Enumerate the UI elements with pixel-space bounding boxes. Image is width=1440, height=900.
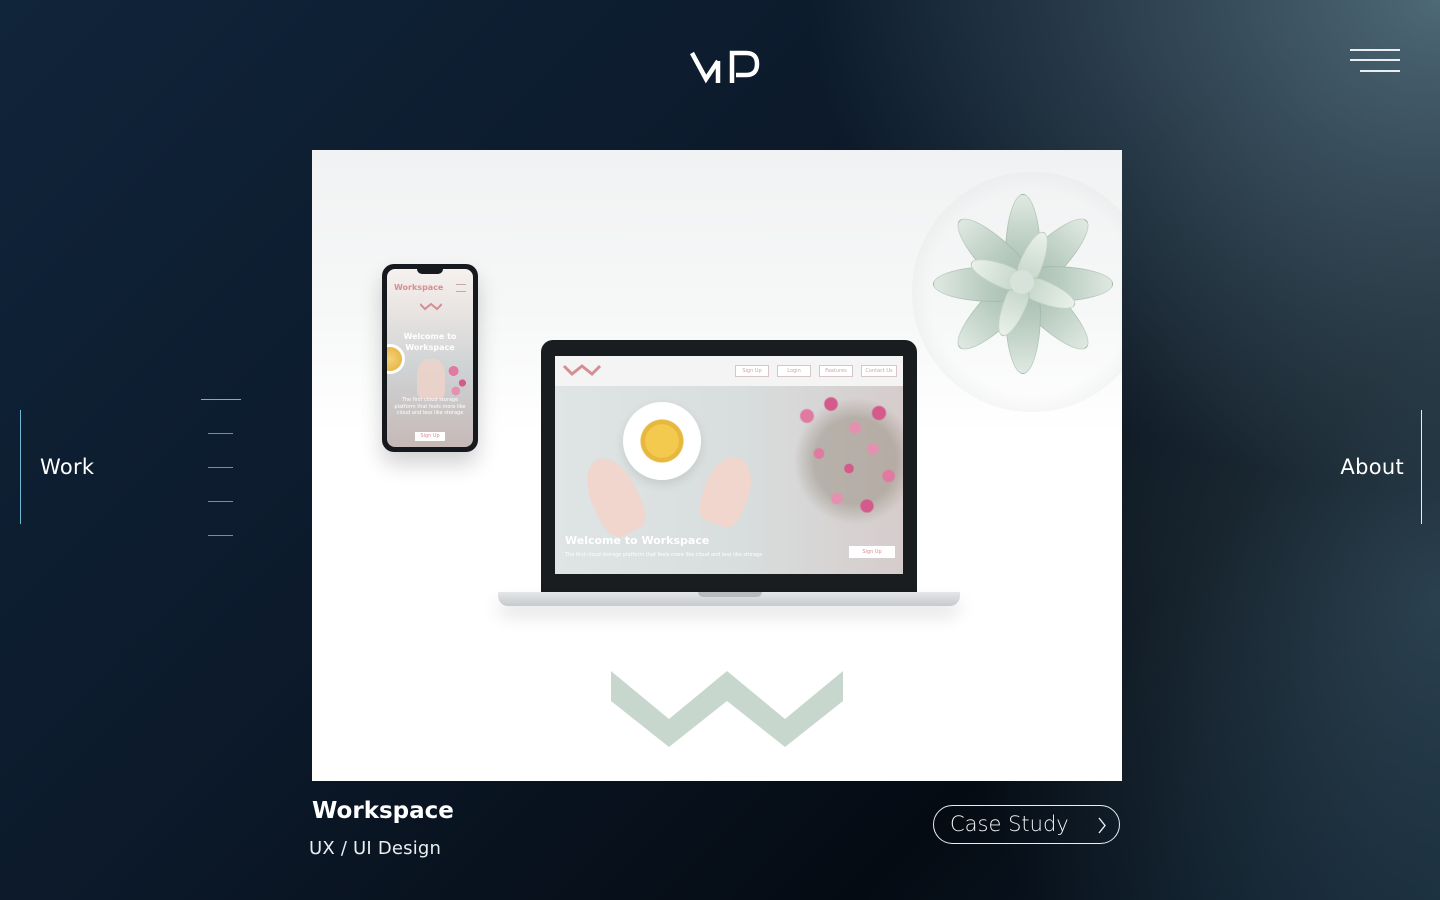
hamburger-menu-button[interactable]	[1348, 46, 1402, 76]
laptop-nav-features: Features	[819, 365, 853, 377]
case-study-label: Case Study	[950, 812, 1069, 836]
chevron-right-icon	[1098, 817, 1106, 834]
slide-indicator[interactable]	[208, 535, 233, 536]
slide-indicator[interactable]	[208, 467, 233, 468]
case-study-button[interactable]: Case Study	[933, 805, 1120, 844]
phone-brand: Workspace	[394, 283, 444, 292]
flower-image	[447, 359, 469, 399]
flower-image	[783, 386, 903, 536]
hamburger-icon-bar	[1350, 59, 1400, 61]
slide-indicator[interactable]	[208, 433, 233, 434]
laptop-nav-login: Login	[777, 365, 811, 377]
hamburger-icon	[1350, 49, 1400, 51]
slide-indicator[interactable]	[208, 501, 233, 502]
laptop-site-nav: Sign Up Login Features Contact Us	[555, 356, 903, 386]
phone-tagline: The first cloud storage platform that fe…	[394, 397, 466, 416]
plant-core	[1010, 270, 1034, 294]
workspace-logo-icon	[420, 303, 442, 311]
laptop-tagline: The first cloud storage platform that fe…	[565, 552, 763, 558]
phone-signup-button: Sign Up	[415, 432, 445, 441]
project-title: Workspace	[312, 798, 454, 824]
workspace-w-logo-icon	[611, 671, 843, 747]
lemon-tea-image	[623, 402, 701, 480]
slide-indicators	[200, 398, 242, 538]
laptop-signup-button: Sign Up	[849, 546, 895, 558]
project-category: UX / UI Design	[309, 838, 442, 859]
mp-logo[interactable]	[690, 49, 760, 85]
laptop-screen: Sign Up Login Features Contact Us Welcom…	[555, 356, 903, 574]
project-hero-image[interactable]: Workspace Welcome to Workspace The first…	[312, 150, 1122, 781]
nav-work-link[interactable]: Work	[20, 410, 94, 524]
succulent-plant-image	[912, 172, 1122, 412]
slide-indicator-active[interactable]	[201, 399, 241, 400]
laptop-nav-contact: Contact Us	[861, 365, 897, 377]
phone-menu-icon	[456, 284, 466, 292]
hand-image	[417, 359, 445, 399]
laptop-notch	[698, 592, 762, 597]
laptop-nav-signup: Sign Up	[735, 365, 769, 377]
workspace-logo-icon	[563, 364, 601, 377]
phone-notch	[417, 269, 443, 274]
laptop-mockup: Sign Up Login Features Contact Us Welcom…	[541, 340, 917, 594]
nav-about-label: About	[1340, 455, 1404, 479]
phone-welcome-text: Welcome to Workspace	[403, 332, 457, 352]
nav-about-link[interactable]: About	[1340, 410, 1422, 524]
phone-mockup: Workspace Welcome to Workspace The first…	[382, 264, 478, 452]
hand-image	[694, 450, 760, 532]
phone-screen: Workspace Welcome to Workspace The first…	[387, 269, 473, 447]
hamburger-icon-bar	[1360, 70, 1400, 72]
nav-work-label: Work	[40, 455, 95, 479]
laptop-welcome-text: Welcome to Workspace	[565, 534, 710, 547]
